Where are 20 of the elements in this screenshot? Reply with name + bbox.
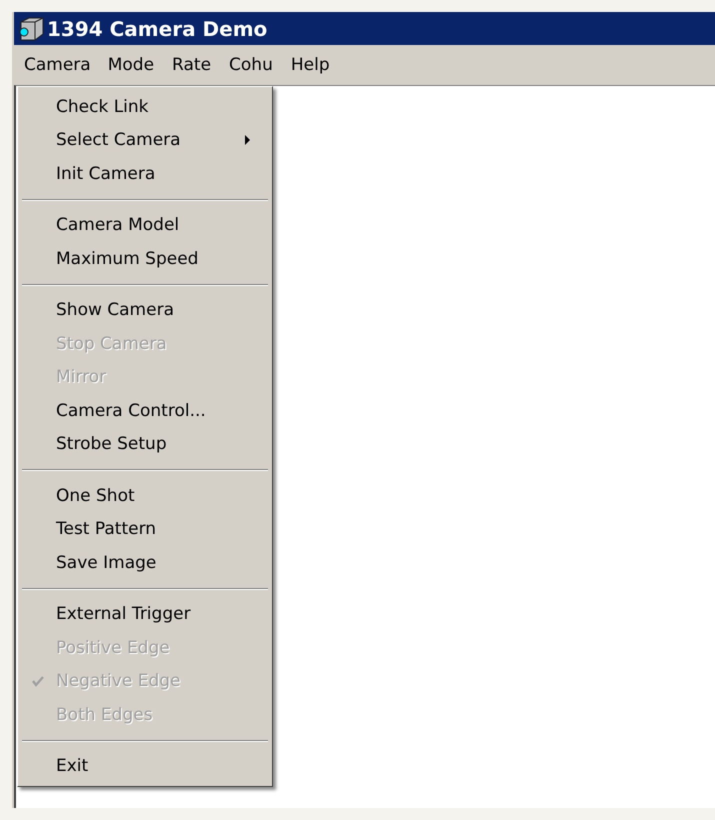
menu-item[interactable]: Camera Control... bbox=[20, 394, 270, 428]
menu-bar-item[interactable]: Mode bbox=[98, 50, 164, 80]
menu-item[interactable]: Save Image bbox=[20, 546, 270, 580]
menu-item[interactable]: Camera Model bbox=[20, 208, 270, 242]
menu-bar-item[interactable]: Help bbox=[282, 50, 339, 80]
window-title: 1394 Camera Demo bbox=[47, 16, 268, 40]
menu-item[interactable]: Select Camera bbox=[20, 124, 270, 157]
menu-item[interactable]: Init Camera bbox=[20, 157, 270, 190]
menu-item[interactable]: Show Camera bbox=[20, 294, 270, 327]
menu-item[interactable]: Maximum Speed bbox=[20, 242, 270, 276]
menu-item[interactable]: Check Link bbox=[20, 90, 270, 124]
menu-item[interactable]: External Trigger bbox=[20, 598, 270, 631]
menu-bar-item[interactable]: Camera bbox=[16, 51, 99, 79]
camera-icon bbox=[17, 16, 45, 42]
menu-item[interactable]: Exit bbox=[20, 750, 270, 783]
menu-item[interactable]: One Shot bbox=[20, 479, 270, 512]
menu-item[interactable]: Strobe Setup bbox=[20, 428, 270, 461]
menu-bar-item[interactable]: Cohu bbox=[220, 50, 282, 80]
menu-bar-item[interactable]: Rate bbox=[163, 50, 220, 80]
menu-item[interactable]: Test Pattern bbox=[20, 512, 270, 546]
